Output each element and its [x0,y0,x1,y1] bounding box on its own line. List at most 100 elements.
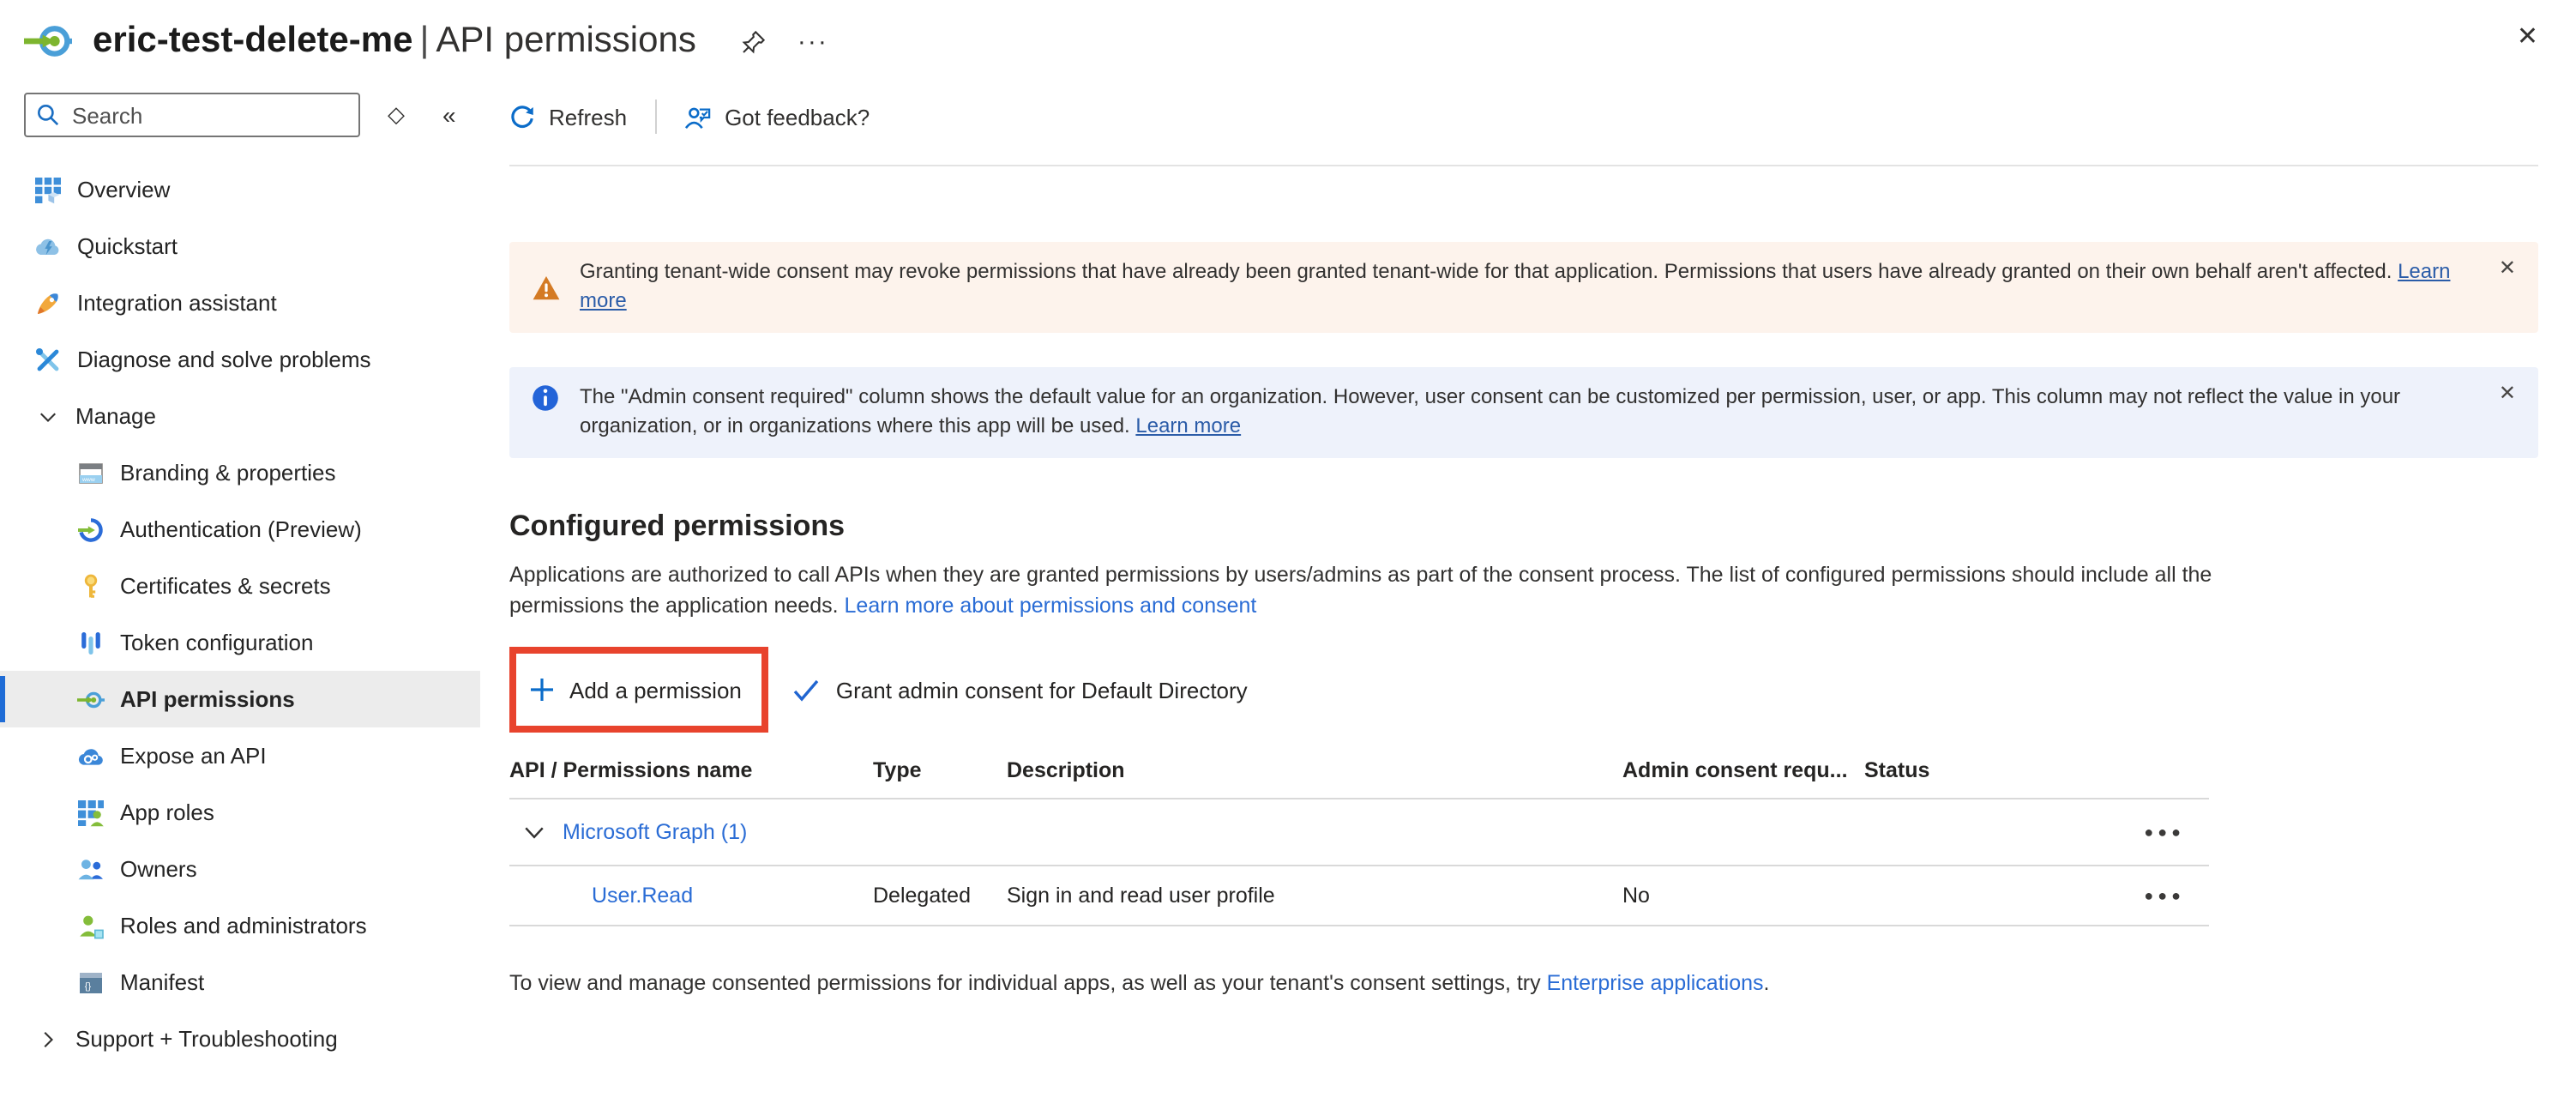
add-permission-button[interactable]: Add a permission [530,677,742,703]
collapse-menu-icon[interactable]: « [442,101,456,129]
sidebar-item-label: Diagnose and solve problems [77,347,371,372]
api-group-link[interactable]: Microsoft Graph (1) [563,820,747,844]
app-name: eric-test-delete-me [93,21,412,60]
sidebar-item-label: Manifest [120,969,204,995]
cloud-gears-icon [77,742,105,769]
permission-link[interactable]: User.Read [592,884,693,908]
table-divider [509,925,2209,926]
api-permissions-icon [77,685,105,713]
sidebar-item-integration-assistant[interactable]: Integration assistant [0,274,480,331]
close-blade-icon[interactable]: ✕ [2517,21,2538,51]
sidebar-item-label: Overview [77,177,170,202]
more-menu-icon[interactable]: ··· [797,27,828,56]
overview-icon [34,176,62,203]
authentication-icon [77,516,105,543]
enterprise-applications-link[interactable]: Enterprise applications [1547,971,1764,995]
refresh-label: Refresh [549,104,627,130]
info-learn-more-link[interactable]: Learn more [1135,413,1241,437]
column-header-api-permissions-name[interactable]: API / Permissions name [509,758,873,782]
tools-icon [34,346,62,373]
plus-icon [530,678,554,702]
refresh-button[interactable]: Refresh [509,104,627,130]
azure-portal-blade: eric-test-delete-me|API permissions ··· … [0,0,2576,1098]
row-more-actions-icon[interactable]: ●●● [2144,887,2209,904]
sidebar-search-row: ◇ « [24,93,480,137]
info-banner: The "Admin consent required" column show… [509,367,2538,458]
column-header-type[interactable]: Type [873,758,1007,782]
sidebar-item-label: Quickstart [77,233,178,259]
section-title: Configured permissions [509,509,2538,543]
toolbar-divider [509,165,2538,166]
sidebar-item-owners[interactable]: Owners [0,841,480,897]
warning-banner: Granting tenant-wide consent may revoke … [509,242,2538,333]
info-icon [532,384,561,412]
table-row-group: Microsoft Graph (1) ●●● [509,799,2209,865]
sidebar-item-label: Owners [120,856,197,882]
actions-row: Add a permission Grant admin consent for… [509,647,2538,733]
sidebar-item-app-roles[interactable]: App roles [0,784,480,841]
info-close-icon[interactable]: ✕ [2499,379,2516,409]
refresh-icon [509,104,535,130]
permission-admin-consent-cell: No [1622,884,1864,908]
keyboard-shortcut-icon[interactable]: ◇ [388,101,405,129]
search-icon [36,103,60,127]
sidebar-item-branding-properties[interactable]: www Branding & properties [0,444,480,501]
sidebar-item-overview[interactable]: Overview [0,161,480,218]
sidebar-item-label: App roles [120,799,214,825]
column-header-admin-consent-required[interactable]: Admin consent requ... [1622,758,1864,782]
permissions-consent-link[interactable]: Learn more about permissions and consent [845,594,1257,618]
owners-icon [77,855,105,883]
warning-text: Granting tenant-wide consent may revoke … [580,257,2463,317]
sidebar-item-label: API permissions [120,686,295,712]
app-roles-icon [77,799,105,826]
search-input[interactable] [24,93,360,137]
column-header-status[interactable]: Status [1864,758,2058,782]
sidebar-item-quickstart[interactable]: Quickstart [0,218,480,274]
sidebar-group-label: Support + Troubleshooting [75,1026,338,1052]
sidebar-item-api-permissions[interactable]: API permissions [0,671,480,727]
token-configuration-icon [77,629,105,656]
sidebar-item-certificates-secrets[interactable]: Certificates & secrets [0,558,480,614]
main-content: Refresh Got feedback? [480,75,2576,1064]
feedback-button[interactable]: Got feedback? [683,104,870,130]
sidebar-item-authentication[interactable]: Authentication (Preview) [0,501,480,558]
sidebar-item-token-configuration[interactable]: Token configuration [0,614,480,671]
sidebar-item-label: Integration assistant [77,290,277,316]
footer-note: To view and manage consented permissions… [509,971,2538,995]
sidebar-item-label: Branding & properties [120,460,336,486]
sidebar-item-label: Authentication (Preview) [120,516,362,542]
svg-text:{}: {} [85,980,92,991]
roles-administrators-icon [77,912,105,939]
sidebar-item-label: Token configuration [120,630,314,655]
info-text: The "Admin consent required" column show… [580,383,2463,443]
sidebar-group-support-troubleshooting[interactable]: Support + Troubleshooting [0,1011,480,1064]
title-separator: | [412,21,436,60]
toolbar-separator [654,100,656,134]
app-registration-icon [24,17,72,65]
chevron-down-icon [38,406,58,426]
sidebar-group-manage[interactable]: Manage [0,388,480,444]
command-bar: Refresh Got feedback? [509,82,2538,151]
sidebar-item-diagnose[interactable]: Diagnose and solve problems [0,331,480,388]
quickstart-icon [34,232,62,260]
permissions-table: API / Permissions name Type Description … [509,748,2209,926]
grant-admin-consent-button[interactable]: Grant admin consent for Default Director… [793,677,1248,703]
key-icon [77,572,105,600]
chevron-right-icon [38,1029,58,1049]
sidebar-item-expose-an-api[interactable]: Expose an API [0,727,480,784]
row-more-actions-icon[interactable]: ●●● [2144,824,2209,841]
grant-admin-consent-label: Grant admin consent for Default Director… [836,677,1248,703]
warning-close-icon[interactable]: ✕ [2499,254,2516,284]
pin-icon[interactable] [741,28,767,54]
sidebar-item-roles-administrators[interactable]: Roles and administrators [0,897,480,954]
checkmark-icon [793,679,821,701]
rocket-icon [34,289,62,317]
sidebar-item-manifest[interactable]: {} Manifest [0,954,480,1011]
svg-text:www: www [81,476,95,482]
column-header-description[interactable]: Description [1007,758,1622,782]
table-row-permission: User.Read Delegated Sign in and read use… [509,866,2209,925]
permission-type-cell: Delegated [873,884,1007,908]
expand-chevron-icon[interactable] [523,821,545,843]
manifest-icon: {} [77,968,105,996]
warning-icon [532,274,561,302]
